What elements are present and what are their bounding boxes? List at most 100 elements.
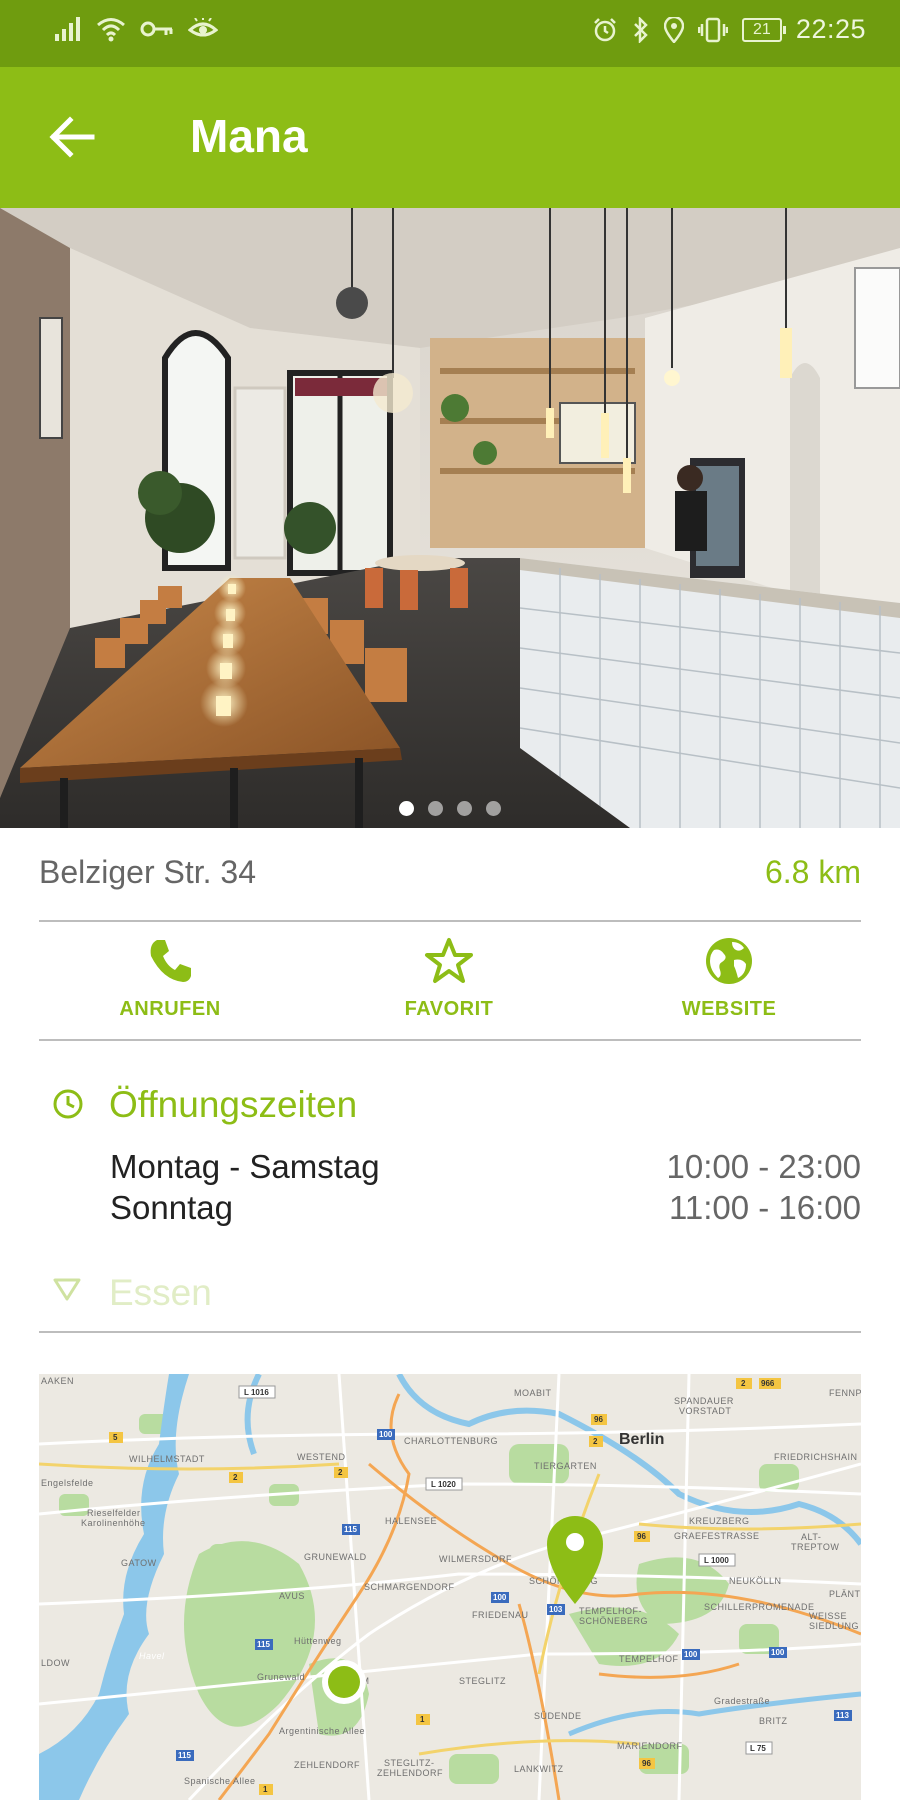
svg-text:115: 115 bbox=[257, 1640, 270, 1649]
svg-text:Spanische Allee: Spanische Allee bbox=[184, 1776, 256, 1786]
battery-level: 21 bbox=[753, 20, 771, 38]
gallery-dot[interactable] bbox=[399, 801, 414, 816]
alarm-icon bbox=[594, 17, 616, 41]
svg-text:WEISSE: WEISSE bbox=[809, 1611, 847, 1621]
status-time: 22:25 bbox=[795, 14, 866, 44]
divider bbox=[39, 1331, 861, 1333]
photo-gallery[interactable] bbox=[0, 208, 900, 828]
svg-text:STEGLITZ: STEGLITZ bbox=[459, 1676, 506, 1686]
svg-text:Gradestraße: Gradestraße bbox=[714, 1696, 770, 1706]
svg-text:Argentinische Allee: Argentinische Allee bbox=[279, 1726, 365, 1736]
svg-text:CHARLOTTENBURG: CHARLOTTENBURG bbox=[404, 1436, 498, 1446]
svg-text:ZEHLENDORF: ZEHLENDORF bbox=[377, 1768, 443, 1778]
svg-text:TEMPELHOF-: TEMPELHOF- bbox=[579, 1606, 642, 1616]
svg-text:Karolinenhöhe: Karolinenhöhe bbox=[81, 1518, 146, 1528]
distance-text: 6.8 km bbox=[764, 854, 861, 890]
svg-text:SCHMARGENDORF: SCHMARGENDORF bbox=[364, 1582, 455, 1592]
eye-icon bbox=[188, 18, 218, 37]
website-label: WEBSITE bbox=[681, 998, 777, 1020]
globe-icon bbox=[706, 938, 752, 984]
divider bbox=[39, 920, 861, 922]
triangle-down-icon[interactable] bbox=[52, 1276, 82, 1302]
gallery-pagination bbox=[0, 801, 900, 816]
svg-text:100: 100 bbox=[379, 1430, 393, 1439]
vibrate-icon bbox=[697, 17, 728, 42]
svg-text:LDOW: LDOW bbox=[41, 1658, 70, 1668]
svg-text:Havel: Havel bbox=[139, 1651, 165, 1661]
website-button[interactable]: WEBSITE bbox=[629, 936, 829, 1021]
svg-text:SIEDLUNG: SIEDLUNG bbox=[809, 1621, 859, 1631]
opening-hours-title[interactable]: Öffnungszeiten bbox=[109, 1084, 357, 1126]
svg-text:WILHELMSTADT: WILHELMSTADT bbox=[129, 1454, 205, 1464]
status-right-icons: 21 22:25 bbox=[592, 14, 866, 45]
svg-text:STEGLITZ-: STEGLITZ- bbox=[384, 1758, 435, 1768]
address-text: Belziger Str. 34 bbox=[39, 854, 256, 890]
svg-text:96: 96 bbox=[642, 1759, 651, 1768]
svg-text:96: 96 bbox=[594, 1415, 603, 1424]
svg-text:SCHÖNEBERG: SCHÖNEBERG bbox=[579, 1616, 648, 1626]
svg-text:Engelsfelde: Engelsfelde bbox=[41, 1478, 94, 1488]
svg-text:MOABIT: MOABIT bbox=[514, 1388, 552, 1398]
svg-text:Hüttenweg: Hüttenweg bbox=[294, 1636, 342, 1646]
svg-text:AAKEN: AAKEN bbox=[41, 1376, 74, 1386]
svg-text:FRIEDENAU: FRIEDENAU bbox=[472, 1610, 529, 1620]
map-view[interactable]: AAKEN MOABIT SPANDAUERVORSTADT FENNPF WILH… bbox=[39, 1374, 861, 1800]
svg-text:GRUNEWALD: GRUNEWALD bbox=[304, 1552, 367, 1562]
svg-text:2: 2 bbox=[741, 1379, 746, 1388]
svg-text:LANKWITZ: LANKWITZ bbox=[514, 1764, 564, 1774]
favorite-button[interactable]: FAVORIT bbox=[349, 936, 549, 1021]
signal-icon bbox=[55, 17, 80, 41]
svg-text:100: 100 bbox=[493, 1593, 507, 1602]
svg-text:HALENSEE: HALENSEE bbox=[385, 1516, 437, 1526]
hours-time: 10:00 - 23:00 bbox=[666, 1148, 862, 1185]
svg-text:WILMERSDORF: WILMERSDORF bbox=[439, 1554, 512, 1564]
svg-text:103: 103 bbox=[549, 1605, 563, 1614]
svg-text:ZEHLENDORF: ZEHLENDORF bbox=[294, 1760, 360, 1770]
hours-time: 11:00 - 16:00 bbox=[668, 1189, 861, 1226]
app-bar: Mana bbox=[0, 67, 900, 208]
bluetooth-icon bbox=[634, 16, 648, 43]
svg-text:FRIEDRICHSHAIN: FRIEDRICHSHAIN bbox=[774, 1452, 858, 1462]
svg-text:PLÄNTE: PLÄNTE bbox=[829, 1589, 861, 1599]
svg-text:Berlin: Berlin bbox=[619, 1431, 664, 1448]
svg-text:AVUS: AVUS bbox=[279, 1591, 305, 1601]
svg-text:TEMPELHOF: TEMPELHOF bbox=[619, 1654, 679, 1664]
hours-day: Sonntag bbox=[110, 1189, 233, 1226]
svg-text:2: 2 bbox=[338, 1468, 343, 1477]
wifi-icon bbox=[97, 18, 125, 42]
location-icon bbox=[663, 16, 684, 43]
svg-text:L 1016: L 1016 bbox=[244, 1388, 269, 1397]
map-tiles: AAKEN MOABIT SPANDAUERVORSTADT FENNPF WILH… bbox=[39, 1374, 861, 1800]
svg-text:115: 115 bbox=[344, 1525, 357, 1534]
gallery-dot[interactable] bbox=[486, 801, 501, 816]
star-icon bbox=[425, 938, 473, 983]
svg-text:VORSTADT: VORSTADT bbox=[679, 1406, 731, 1416]
svg-text:1: 1 bbox=[263, 1785, 268, 1794]
svg-text:1: 1 bbox=[420, 1715, 425, 1724]
svg-text:TREPTOW: TREPTOW bbox=[791, 1542, 839, 1552]
clock-icon bbox=[53, 1089, 83, 1119]
favorite-label: FAVORIT bbox=[404, 998, 494, 1020]
battery-icon: 21 bbox=[741, 17, 786, 42]
svg-text:MARIENDORF: MARIENDORF bbox=[617, 1741, 683, 1751]
svg-text:ALT-: ALT- bbox=[801, 1532, 821, 1542]
svg-text:L 1020: L 1020 bbox=[431, 1480, 456, 1489]
svg-text:GATOW: GATOW bbox=[121, 1558, 157, 1568]
gallery-dot[interactable] bbox=[428, 801, 443, 816]
status-bar: 21 22:25 bbox=[0, 0, 900, 67]
svg-text:BRITZ: BRITZ bbox=[759, 1716, 788, 1726]
back-arrow-icon[interactable] bbox=[46, 111, 98, 163]
food-section-title[interactable]: Essen bbox=[109, 1272, 212, 1314]
svg-text:GRAEFESTRASSE: GRAEFESTRASSE bbox=[674, 1531, 760, 1541]
svg-text:115: 115 bbox=[178, 1751, 191, 1760]
svg-text:KREUZBERG: KREUZBERG bbox=[689, 1516, 750, 1526]
svg-text:2: 2 bbox=[593, 1437, 598, 1446]
svg-text:100: 100 bbox=[684, 1650, 698, 1659]
page-title: Mana bbox=[190, 110, 308, 162]
svg-text:SÜDENDE: SÜDENDE bbox=[534, 1711, 582, 1721]
vpn-key-icon bbox=[140, 21, 173, 37]
call-button[interactable]: ANRUFEN bbox=[70, 936, 270, 1021]
call-label: ANRUFEN bbox=[119, 998, 221, 1020]
svg-text:SPANDAUER: SPANDAUER bbox=[674, 1396, 734, 1406]
gallery-dot[interactable] bbox=[457, 801, 472, 816]
